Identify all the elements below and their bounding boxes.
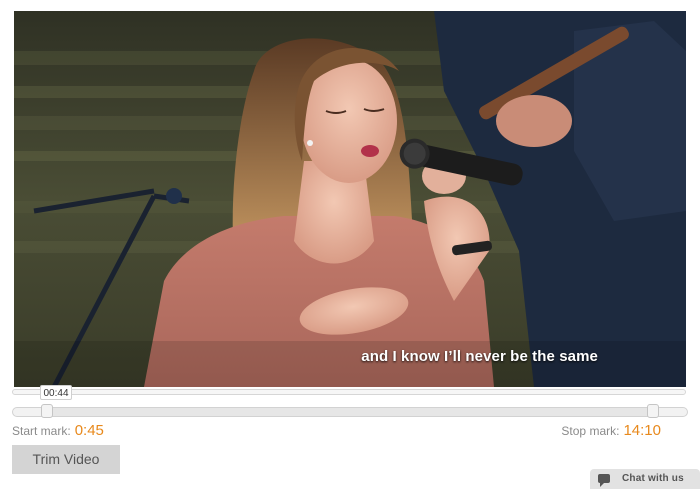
stop-mark-value: 14:10	[623, 422, 661, 439]
trim-range-slider[interactable]	[12, 407, 688, 417]
stop-mark-label: Stop mark:	[561, 424, 620, 438]
video-frame	[14, 11, 686, 387]
speech-bubble-icon	[598, 474, 610, 487]
chat-widget[interactable]: Chat with us	[590, 469, 700, 489]
trim-video-button[interactable]: Trim Video	[12, 445, 120, 474]
start-mark-handle[interactable]	[41, 404, 53, 418]
start-mark-label: Start mark:	[12, 424, 71, 438]
stop-mark: Stop mark: 14:10	[561, 422, 661, 439]
video-subtitle: and I know I’ll never be the same	[361, 348, 598, 365]
current-time-tooltip: 00:44	[40, 385, 72, 400]
start-mark: Start mark: 0:45	[12, 422, 104, 439]
stop-mark-handle[interactable]	[647, 404, 659, 418]
video-scrubber[interactable]	[12, 389, 686, 395]
trim-selected-range	[48, 408, 652, 416]
chat-label: Chat with us	[622, 473, 684, 484]
start-mark-value: 0:45	[74, 422, 104, 439]
video-player[interactable]: and I know I’ll never be the same	[14, 11, 686, 387]
